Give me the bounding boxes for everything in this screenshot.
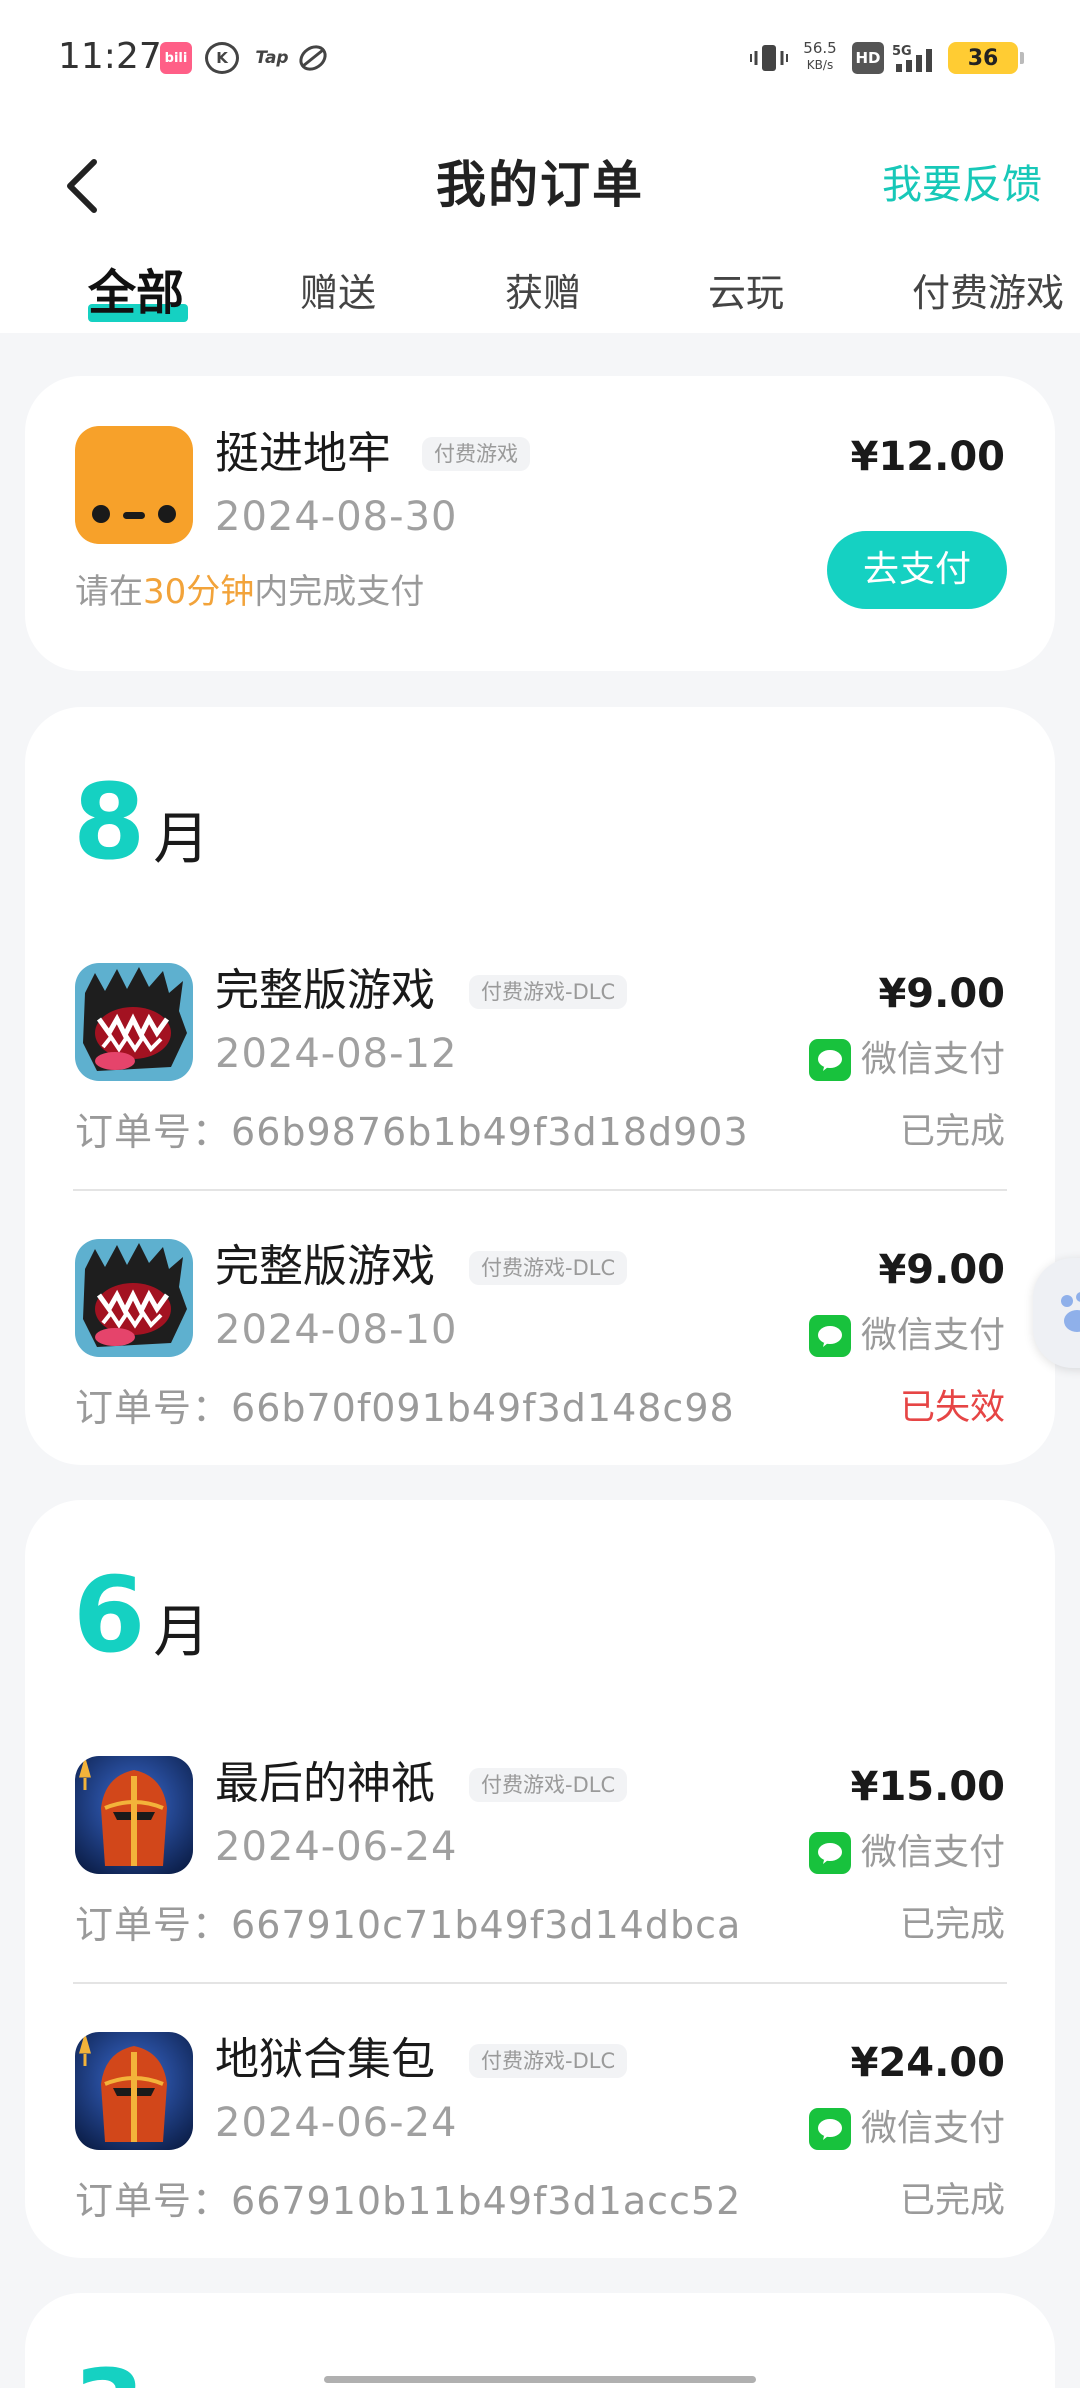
wechat-pay-icon bbox=[808, 1039, 851, 1081]
game-type-tag: 付费游戏-DLC bbox=[469, 1768, 628, 1802]
month-group-next: 3 bbox=[25, 2293, 1055, 2388]
payment-method: 微信支付 bbox=[808, 1830, 1005, 1876]
payment-countdown: 请在30分钟内完成支付 bbox=[75, 572, 425, 612]
game-icon-monster bbox=[75, 1239, 193, 1357]
order-number[interactable]: 订单号：66b70f091b49f3d148c98 bbox=[75, 1383, 735, 1433]
order-date: 2024-08-30 bbox=[215, 494, 458, 540]
month-header: 6 月 bbox=[73, 1554, 210, 1676]
order-date: 2024-08-10 bbox=[215, 1307, 458, 1353]
bilibili-icon: bili bbox=[160, 42, 192, 74]
sync-app-icon bbox=[296, 42, 330, 74]
payment-method: 微信支付 bbox=[808, 1313, 1005, 1359]
month-group-august: 8 月 完整版游戏 付费游戏-DLC 2024-08-12 ¥9.00 微信支付… bbox=[25, 707, 1055, 1465]
game-name: 最后的神祇 bbox=[215, 1758, 435, 1809]
game-icon-monster bbox=[75, 963, 193, 1081]
divider bbox=[73, 1189, 1007, 1191]
order-date: 2024-06-24 bbox=[215, 2100, 458, 2146]
month-header: 3 bbox=[73, 2353, 145, 2388]
paw-icon bbox=[1061, 1292, 1080, 1332]
network-speed: 56.5 KB/s bbox=[803, 39, 837, 73]
order-status: 已完成 bbox=[899, 2181, 1005, 2221]
vibrate-icon bbox=[750, 42, 788, 74]
app-header: 我的订单 我要反馈 全部 赠送 获赠 云玩 付费游戏 bbox=[0, 118, 1080, 333]
game-name: 完整版游戏 bbox=[215, 1241, 435, 1292]
tab-gift[interactable]: 赠送 bbox=[300, 258, 376, 333]
payment-method: 微信支付 bbox=[808, 1037, 1005, 1083]
order-price: ¥9.00 bbox=[878, 1247, 1005, 1293]
signal-icon: 5G bbox=[892, 42, 940, 74]
divider bbox=[73, 1982, 1007, 1984]
feedback-link[interactable]: 我要反馈 bbox=[882, 140, 1042, 230]
game-icon-helmet bbox=[75, 1756, 193, 1874]
order-tabs: 全部 赠送 获赠 云玩 付费游戏 bbox=[0, 258, 1080, 333]
wechat-pay-icon bbox=[808, 1315, 851, 1357]
order-date: 2024-08-12 bbox=[215, 1031, 458, 1077]
order-price: ¥15.00 bbox=[850, 1764, 1005, 1810]
game-icon-helmet bbox=[75, 2032, 193, 2150]
k-app-icon: K bbox=[205, 42, 239, 74]
game-name: 完整版游戏 bbox=[215, 965, 435, 1016]
order-number[interactable]: 订单号：667910c71b49f3d14dbca bbox=[75, 1900, 741, 1950]
order-status: 已完成 bbox=[899, 1112, 1005, 1152]
taptap-icon: Tap bbox=[255, 48, 289, 68]
month-group-june: 6 月 最后的神祇 付费游戏-DLC 2024-06-24 ¥15.00 微信支… bbox=[25, 1500, 1055, 2258]
order-status: 已失效 bbox=[899, 1388, 1005, 1428]
game-type-tag: 付费游戏-DLC bbox=[469, 2044, 628, 2078]
payment-method: 微信支付 bbox=[808, 2106, 1005, 2152]
order-price: ¥12.00 bbox=[850, 434, 1005, 480]
game-icon-enter-the-gungeon bbox=[75, 426, 193, 544]
order-number[interactable]: 订单号：66b9876b1b49f3d18d903 bbox=[75, 1107, 749, 1157]
game-type-tag: 付费游戏-DLC bbox=[469, 1251, 628, 1285]
game-name: 地狱合集包 bbox=[215, 2034, 435, 2085]
tab-cloud-play[interactable]: 云玩 bbox=[708, 258, 784, 333]
order-date: 2024-06-24 bbox=[215, 1824, 458, 1870]
tab-paid-games[interactable]: 付费游戏 bbox=[912, 258, 1064, 333]
hd-icon: HD bbox=[852, 42, 884, 74]
game-type-tag: 付费游戏 bbox=[422, 437, 530, 471]
status-time: 11:27 bbox=[58, 36, 162, 77]
wechat-pay-icon bbox=[808, 1832, 851, 1874]
order-number[interactable]: 订单号：667910b11b49f3d1acc52 bbox=[75, 2176, 741, 2226]
pay-now-button[interactable]: 去支付 bbox=[827, 531, 1007, 609]
home-indicator[interactable] bbox=[324, 2376, 756, 2383]
tab-received[interactable]: 获赠 bbox=[505, 258, 581, 333]
order-price: ¥9.00 bbox=[878, 971, 1005, 1017]
floating-assistant-button[interactable] bbox=[1033, 1258, 1080, 1368]
status-bar: 11:27 bili K Tap 56.5 KB/s HD 5G 36 bbox=[0, 0, 1080, 118]
pending-order-card[interactable]: 挺进地牢 付费游戏 2024-08-30 ¥12.00 去支付 请在30分钟内完… bbox=[25, 376, 1055, 671]
game-name: 挺进地牢 bbox=[215, 428, 391, 479]
svg-text:5G: 5G bbox=[892, 44, 912, 59]
month-header: 8 月 bbox=[73, 761, 210, 883]
order-status: 已完成 bbox=[899, 1905, 1005, 1945]
battery-icon: 36 bbox=[948, 42, 1024, 74]
wechat-pay-icon bbox=[808, 2108, 851, 2150]
tab-all[interactable]: 全部 bbox=[88, 258, 184, 333]
game-type-tag: 付费游戏-DLC bbox=[469, 975, 628, 1009]
order-price: ¥24.00 bbox=[850, 2040, 1005, 2086]
